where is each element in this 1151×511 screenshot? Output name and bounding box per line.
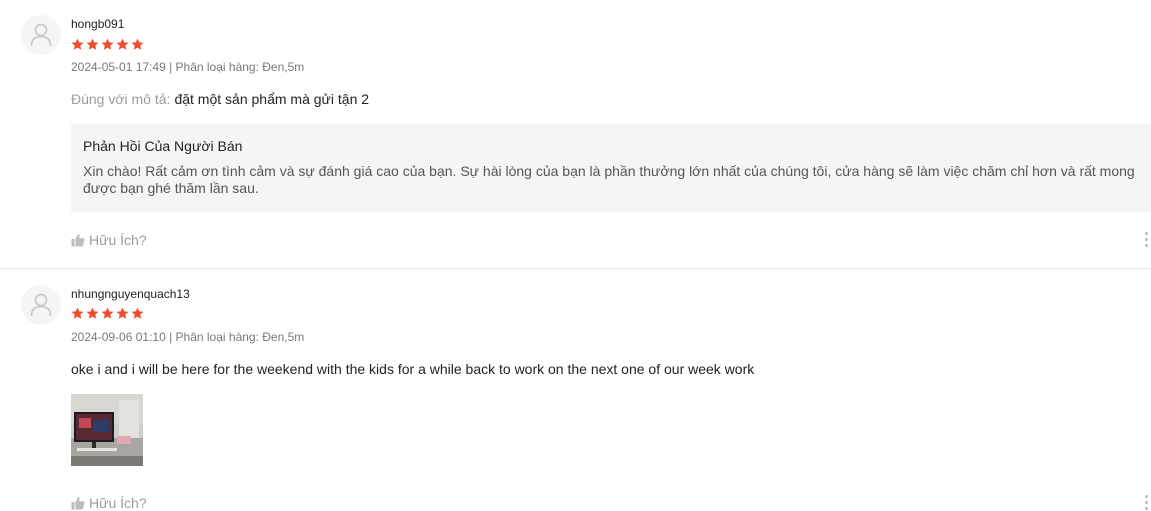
more-dot (1145, 501, 1148, 504)
star-icon (131, 307, 144, 319)
star-icon (101, 38, 114, 50)
helpful-label: Hữu Ích? (89, 495, 147, 511)
content-label: Đúng với mô tả: (71, 91, 171, 107)
review-meta: 2024-05-01 17:49 | Phân loại hàng: Đen,5… (71, 60, 305, 74)
review-username[interactable]: nhungnguyenquach13 (71, 287, 190, 301)
star-icon (116, 307, 129, 319)
more-dot (1145, 244, 1148, 247)
review-photo-image (71, 394, 143, 466)
helpful-label: Hữu Ích? (89, 232, 147, 248)
thumbs-up-icon (71, 497, 85, 510)
more-options-icon[interactable] (1145, 495, 1151, 510)
star-icon (71, 307, 84, 319)
more-dot (1145, 232, 1148, 235)
thumbs-up-icon (71, 234, 85, 247)
review-item: nhungnguyenquach13 2024-09-06 01:10 | Ph… (0, 269, 1151, 511)
seller-reply: Phản Hồi Của Người Bán Xin chào! Rất cảm… (71, 124, 1151, 212)
star-rating (71, 307, 144, 320)
star-icon (86, 307, 99, 319)
star-icon (86, 38, 99, 50)
star-icon (116, 38, 129, 50)
avatar[interactable] (21, 15, 61, 55)
star-icon (101, 307, 114, 319)
helpful-button[interactable]: Hữu Ích? (71, 232, 147, 248)
review-item: hongb091 2024-05-01 17:49 | Phân loại hà… (0, 0, 1151, 268)
avatar[interactable] (21, 285, 61, 325)
star-icon (71, 38, 84, 50)
helpful-button[interactable]: Hữu Ích? (71, 495, 147, 511)
avatar-placeholder-icon (30, 293, 52, 317)
star-icon (131, 38, 144, 50)
review-photo[interactable] (71, 394, 143, 466)
star-rating (71, 38, 144, 51)
avatar-placeholder-icon (30, 23, 52, 47)
seller-reply-title: Phản Hồi Của Người Bán (83, 138, 243, 154)
content-text: đặt một sản phẩm mà gửi tận 2 (174, 91, 370, 107)
more-dot (1145, 495, 1148, 498)
review-meta: 2024-09-06 01:10 | Phân loại hàng: Đen,5… (71, 330, 305, 344)
more-options-icon[interactable] (1145, 232, 1151, 247)
review-username[interactable]: hongb091 (71, 17, 124, 31)
review-content: oke i and i will be here for the weekend… (71, 361, 754, 377)
seller-reply-body: Xin chào! Rất cảm ơn tình cảm và sự đánh… (83, 163, 1135, 196)
review-content: Đúng với mô tả: đặt một sản phẩm mà gửi t… (71, 91, 369, 107)
more-dot (1145, 238, 1148, 241)
content-text: oke i and i will be here for the weekend… (71, 361, 755, 377)
